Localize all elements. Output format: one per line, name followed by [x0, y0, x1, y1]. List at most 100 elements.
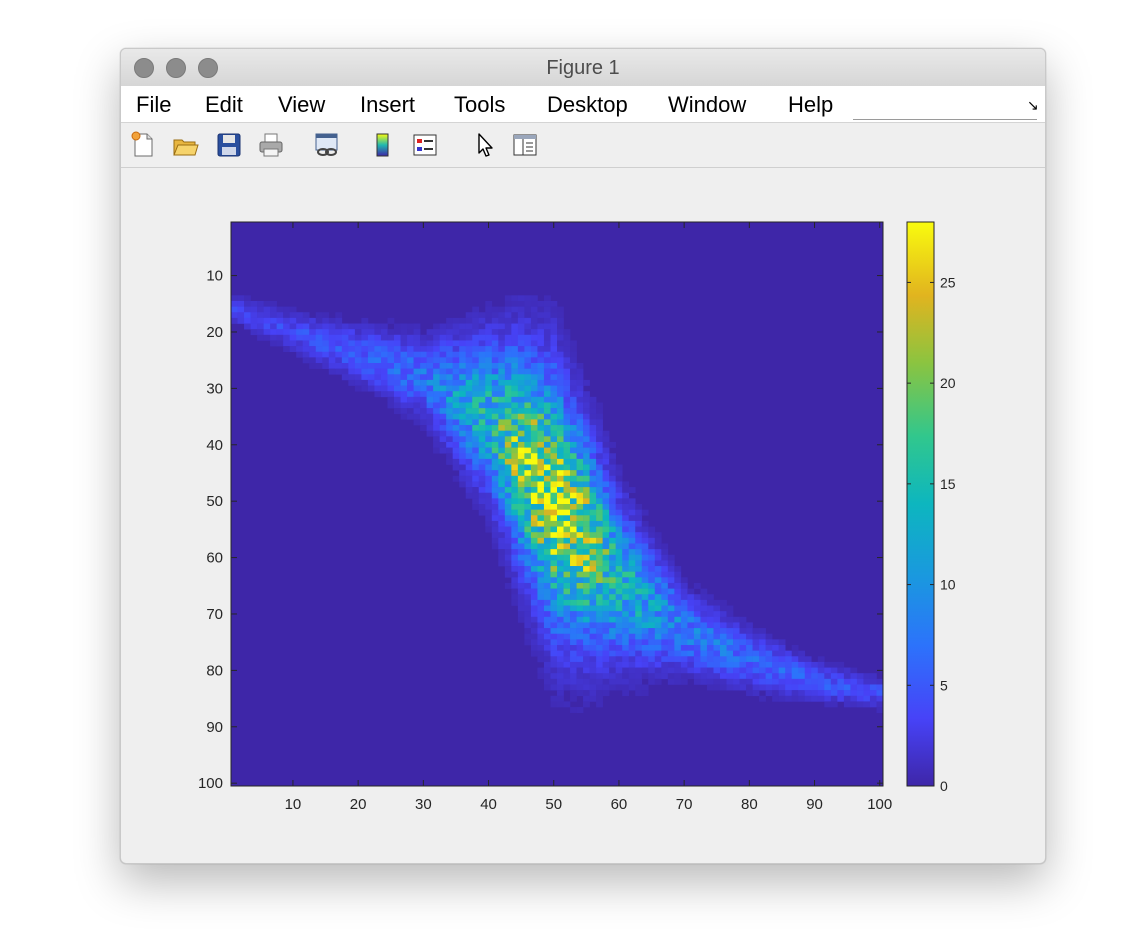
heatmap-cell: [380, 357, 388, 364]
heatmap-cell: [472, 363, 480, 369]
heatmap-cell: [433, 379, 440, 386]
heatmap-cell: [511, 594, 519, 601]
heatmap-cell: [459, 436, 467, 443]
print-icon[interactable]: [257, 131, 285, 159]
link-plot-icon[interactable]: [313, 131, 341, 159]
heatmap-cell: [407, 357, 414, 364]
heatmap-cell: [498, 549, 506, 556]
heatmap-cell: [537, 447, 545, 454]
heatmap-cell: [609, 571, 616, 578]
save-icon[interactable]: [215, 131, 243, 159]
heatmap-cell: [478, 470, 486, 477]
heatmap-cell: [583, 509, 590, 516]
insert-legend-icon[interactable]: [411, 131, 439, 159]
heatmap-cell: [557, 492, 564, 499]
heatmap-cell: [524, 346, 532, 353]
heatmap-cell: [765, 645, 773, 651]
heatmap-cell: [485, 351, 493, 358]
heatmap-cell: [498, 346, 506, 353]
heatmap-cell: [622, 605, 630, 612]
heatmap-cell: [478, 334, 486, 341]
heatmap-cell: [713, 678, 721, 685]
heatmap-cell: [628, 594, 636, 601]
menu-file[interactable]: File: [136, 92, 171, 118]
heatmap-cell: [491, 334, 499, 341]
colorbar[interactable]: [906, 221, 935, 787]
heatmap-cell: [491, 346, 499, 353]
heatmap-cell: [557, 588, 564, 595]
heatmap-cell: [550, 492, 558, 499]
heatmap-cell: [700, 678, 708, 685]
heatmap-cell: [335, 317, 343, 324]
title-bar[interactable]: Figure 1: [121, 49, 1045, 87]
edit-plot-pointer-icon[interactable]: [471, 131, 499, 159]
heatmap-cell: [615, 661, 623, 668]
heatmap-cell: [609, 487, 616, 494]
heatmap-cell: [583, 594, 590, 601]
heatmap-cell: [661, 611, 669, 618]
new-figure-icon[interactable]: [129, 131, 157, 159]
heatmap-cell: [589, 667, 597, 674]
heatmap-cell: [785, 684, 793, 691]
menu-help[interactable]: Help: [788, 92, 833, 118]
heatmap-cell: [570, 487, 577, 494]
heatmap-cell: [589, 678, 597, 685]
heatmap-cell: [498, 487, 506, 494]
heatmap-cell: [713, 633, 721, 640]
heatmap-cell: [524, 363, 532, 369]
heatmap-cell: [459, 425, 467, 431]
heatmap-cell: [537, 582, 545, 589]
heatmap-cell: [530, 368, 538, 375]
heatmap-cell: [485, 487, 493, 494]
heatmap-cell: [472, 391, 480, 398]
heatmap-cell: [465, 481, 473, 488]
heatmap-cell: [680, 588, 688, 595]
heatmap-cell: [322, 312, 330, 319]
heatmap-cell: [504, 295, 512, 302]
heatmap-cell: [433, 385, 440, 392]
heatmap-cell: [850, 690, 858, 697]
heatmap-cell: [524, 408, 532, 415]
heatmap-cell: [478, 447, 486, 454]
heatmap-cell: [491, 363, 499, 369]
heatmap-cell: [380, 363, 388, 369]
heatmap-cell: [557, 571, 564, 578]
menu-desktop[interactable]: Desktop: [547, 92, 628, 118]
property-inspector-icon[interactable]: [511, 131, 539, 159]
menu-tools[interactable]: Tools: [454, 92, 505, 118]
heatmap-cell: [263, 323, 271, 330]
heatmap-cell: [622, 661, 630, 668]
heatmap-cell: [804, 661, 812, 668]
heatmap-cell: [328, 346, 336, 353]
heatmap-cell: [622, 645, 630, 651]
heatmap-cell: [537, 419, 545, 426]
open-file-icon[interactable]: [171, 131, 199, 159]
heatmap-cell: [830, 667, 838, 674]
heatmap-cell: [394, 340, 401, 347]
heatmap-cell: [583, 690, 590, 697]
heatmap-cell: [583, 487, 590, 494]
heatmap-cell: [667, 582, 675, 589]
heatmap-cell: [615, 588, 623, 595]
heatmap-cell: [589, 396, 597, 403]
heatmap-cell: [628, 622, 636, 629]
heatmap-cell: [713, 645, 721, 651]
menu-insert[interactable]: Insert: [360, 92, 415, 118]
heatmap-cell: [452, 396, 460, 403]
menu-edit[interactable]: Edit: [205, 92, 243, 118]
heatmap-cell: [570, 526, 577, 533]
heatmap-cell: [726, 633, 734, 640]
dock-figure-icon[interactable]: ↘: [1027, 97, 1039, 114]
heatmap-cell: [843, 684, 851, 691]
heatmap-cell: [570, 351, 577, 358]
insert-colorbar-icon[interactable]: [369, 131, 397, 159]
heatmap-cell: [491, 312, 499, 319]
heatmap-cell: [700, 667, 708, 674]
heatmap-cell: [850, 678, 858, 685]
menu-view[interactable]: View: [278, 92, 325, 118]
heatmap-cell: [791, 650, 799, 657]
heatmap-cell: [511, 357, 519, 364]
menu-window[interactable]: Window: [668, 92, 746, 118]
heatmap-cell: [765, 667, 773, 674]
heatmap-cell: [570, 396, 577, 403]
